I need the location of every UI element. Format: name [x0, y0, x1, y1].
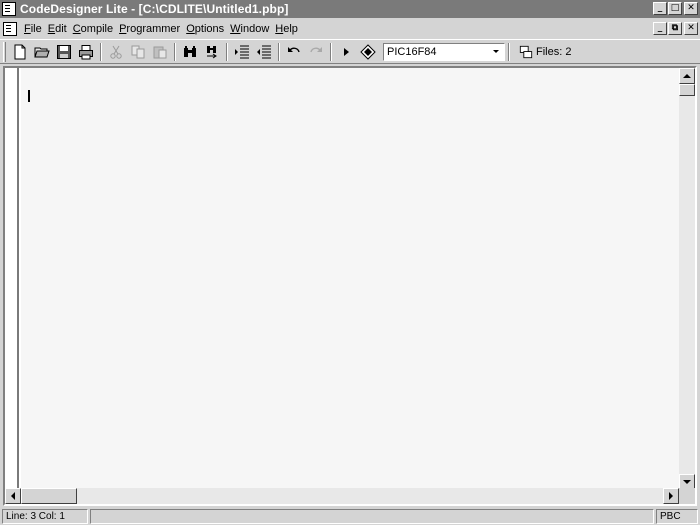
open-folder-icon	[34, 47, 50, 57]
doc-close-button[interactable]: ✕	[684, 22, 698, 35]
menu-options[interactable]: Options	[183, 20, 227, 38]
scroll-left-button[interactable]	[5, 488, 21, 504]
menu-help[interactable]: Help	[272, 20, 301, 38]
doc-minimize-button[interactable]: _	[653, 22, 667, 35]
redo-icon	[310, 46, 322, 52]
arrow-down-icon	[683, 480, 691, 484]
vertical-scrollbar[interactable]	[679, 68, 695, 490]
editor-text-area[interactable]	[21, 68, 679, 488]
cut-button[interactable]	[105, 41, 127, 63]
document-icon[interactable]	[3, 21, 17, 36]
paste-icon	[153, 46, 167, 58]
program-button[interactable]	[357, 41, 379, 63]
status-message	[90, 509, 654, 524]
menu-file[interactable]: File	[21, 20, 45, 38]
vertical-scroll-thumb[interactable]	[679, 84, 695, 96]
toolbar-separator	[226, 42, 228, 61]
menu-bar: File Edit Compile Programmer Options Win…	[0, 19, 700, 38]
status-language: PBC	[656, 509, 698, 524]
outdent-button[interactable]	[253, 41, 275, 63]
compile-run-icon	[344, 47, 349, 56]
toolbar-separator	[174, 42, 176, 61]
indent-button[interactable]	[231, 41, 253, 63]
toolbar-separator	[278, 42, 280, 61]
menu-compile[interactable]: Compile	[70, 20, 116, 38]
copy-icon	[131, 45, 145, 58]
files-count-label: Files: 2	[536, 45, 572, 58]
paste-button[interactable]	[149, 41, 171, 63]
arrow-left-icon	[11, 492, 15, 500]
find-binoculars-icon	[184, 45, 196, 57]
horizontal-scrollbar[interactable]	[5, 488, 679, 504]
horizontal-scroll-thumb[interactable]	[21, 488, 77, 504]
text-caret	[28, 90, 30, 102]
minimize-button[interactable]: _	[653, 2, 667, 15]
save-disk-icon	[57, 44, 71, 59]
toolbar-separator	[100, 42, 102, 61]
files-icon	[519, 45, 533, 58]
outdent-icon	[257, 45, 271, 58]
status-bar: Line: 3 Col: 1 PBC	[0, 508, 700, 525]
toolbar: PIC16F84 Files: 2	[0, 39, 700, 64]
toolbar-grip[interactable]	[3, 41, 6, 62]
redo-button[interactable]	[305, 41, 327, 63]
doc-restore-button[interactable]: ⧉	[668, 22, 682, 35]
undo-button[interactable]	[283, 41, 305, 63]
code-editor[interactable]	[3, 66, 697, 506]
arrow-up-icon	[683, 74, 691, 78]
indent-icon	[235, 45, 249, 58]
find-replace-icon	[207, 45, 217, 58]
compile-button[interactable]	[335, 41, 357, 63]
window-title: CodeDesigner Lite - [C:\CDLITE\Untitled1…	[20, 2, 289, 16]
new-file-button[interactable]	[9, 41, 31, 63]
chip-select[interactable]: PIC16F84	[383, 42, 505, 61]
files-button[interactable]: Files: 2	[519, 45, 571, 59]
new-file-icon	[14, 44, 26, 59]
app-icon[interactable]	[2, 2, 16, 16]
find-button[interactable]	[179, 41, 201, 63]
maximize-button[interactable]: □	[668, 2, 682, 15]
editor-gutter	[5, 68, 19, 490]
scroll-right-button[interactable]	[663, 488, 679, 504]
copy-button[interactable]	[127, 41, 149, 63]
menu-programmer[interactable]: Programmer	[116, 20, 183, 38]
scroll-up-button[interactable]	[679, 68, 695, 84]
scrollbar-corner	[679, 488, 695, 504]
save-button[interactable]	[53, 41, 75, 63]
print-icon	[79, 44, 93, 59]
chevron-down-icon[interactable]	[489, 45, 503, 59]
title-bar[interactable]: CodeDesigner Lite - [C:\CDLITE\Untitled1…	[0, 0, 700, 18]
arrow-right-icon	[669, 492, 673, 500]
close-button[interactable]: ✕	[684, 2, 698, 15]
status-cursor-position: Line: 3 Col: 1	[2, 509, 88, 524]
print-button[interactable]	[75, 41, 97, 63]
toolbar-separator	[508, 42, 510, 61]
find-replace-button[interactable]	[201, 41, 223, 63]
undo-icon	[288, 46, 300, 52]
menu-window[interactable]: Window	[227, 20, 272, 38]
cut-icon	[110, 45, 122, 59]
chip-select-value: PIC16F84	[387, 45, 437, 58]
program-chip-icon	[360, 43, 376, 60]
open-button[interactable]	[31, 41, 53, 63]
menu-edit[interactable]: Edit	[45, 20, 70, 38]
toolbar-separator	[330, 42, 332, 61]
